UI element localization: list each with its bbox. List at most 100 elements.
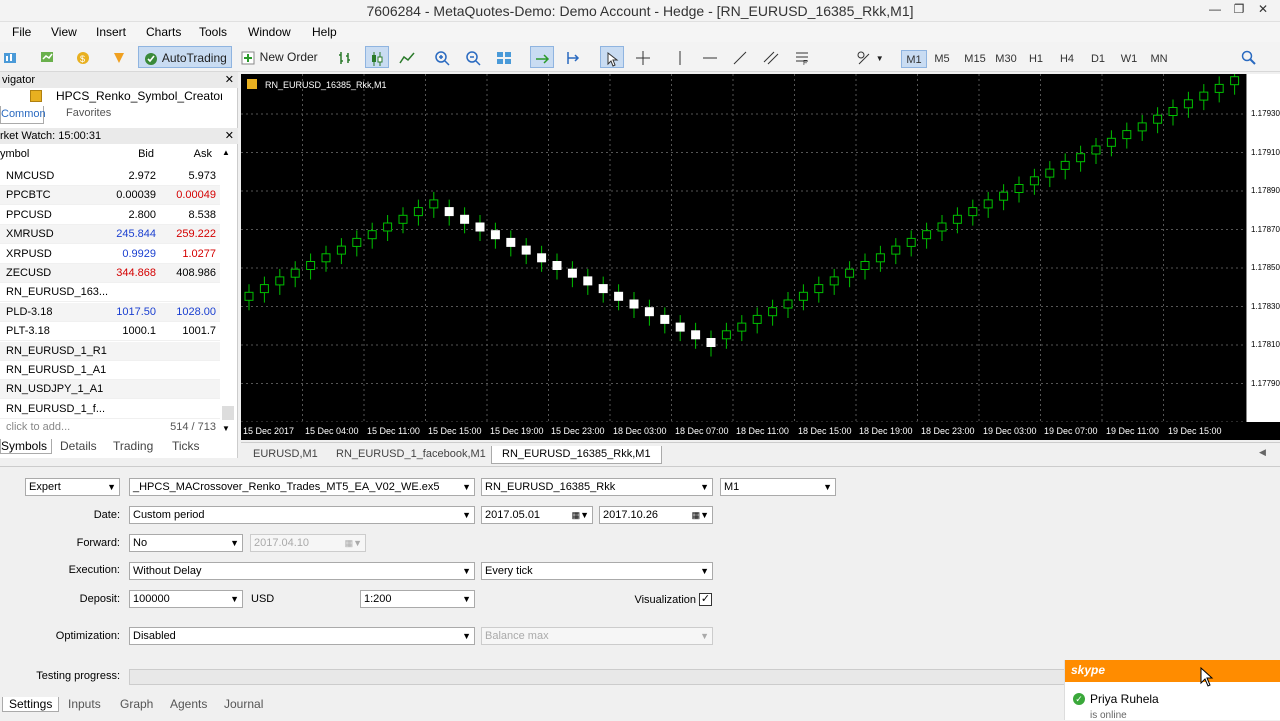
calendar-icon[interactable]: ▦▼ [692, 507, 709, 523]
skype-notification[interactable]: skype ✓ Priya Ruhela is online [1064, 660, 1280, 721]
list-item[interactable]: RN_EURUSD_163... [0, 283, 220, 303]
tab-favorites[interactable]: Favorites [66, 107, 111, 119]
menu-tools[interactable]: Tools [199, 25, 227, 39]
list-item[interactable]: XMRUSD 245.844 259.222 [0, 225, 220, 245]
list-item[interactable]: XRPUSD 0.9929 1.0277 [0, 245, 220, 264]
trendline-icon[interactable] [728, 46, 752, 68]
tester-type-select[interactable]: Expert ▼ [25, 478, 120, 496]
symbol-select[interactable]: RN_EURUSD_16385_Rkk ▼ [481, 478, 713, 496]
close-icon[interactable]: ✕ [225, 72, 234, 88]
tab-trading[interactable]: Trading [113, 439, 153, 453]
channel-icon[interactable] [759, 46, 783, 68]
tab-journal[interactable]: Journal [224, 697, 263, 711]
menu-view[interactable]: View [51, 25, 77, 39]
timeframe-select[interactable]: M1 ▼ [720, 478, 836, 496]
expert-select[interactable]: _HPCS_MACrossover_Renko_Trades_MT5_EA_V0… [129, 478, 475, 496]
search-icon[interactable] [1238, 46, 1260, 68]
menu-charts[interactable]: Charts [146, 25, 181, 39]
fibonacci-icon[interactable]: F [790, 46, 814, 68]
list-item[interactable]: PLD-3.18 1017.50 1028.00 [0, 302, 220, 322]
strategy-icon[interactable] [108, 46, 130, 68]
tab-symbols[interactable]: Symbols [0, 439, 53, 454]
price-chart[interactable] [241, 74, 1246, 422]
profiles-icon[interactable] [30, 46, 64, 68]
tab-inputs[interactable]: Inputs [68, 697, 101, 711]
chart-tab-eurusd[interactable]: EURUSD,M1 [243, 446, 328, 464]
zoom-in-icon[interactable] [430, 46, 454, 68]
timeframe-h4[interactable]: H4 [1054, 50, 1080, 68]
tick-mode-select[interactable]: Every tick ▼ [481, 562, 713, 580]
horizontal-line-icon[interactable] [698, 46, 722, 68]
tabs-scroll-icon[interactable]: ◀ [1259, 447, 1266, 458]
menu-file[interactable]: File [12, 25, 31, 39]
autotrading-button[interactable]: AutoTrading [138, 46, 232, 68]
tab-details[interactable]: Details [60, 439, 97, 453]
execution-select[interactable]: Without Delay ▼ [129, 562, 475, 580]
list-item[interactable]: ZECUSD 344.868 408.986 [0, 264, 220, 283]
tab-graph[interactable]: Graph [120, 697, 153, 711]
deposit-select[interactable]: 100000 ▼ [129, 590, 243, 608]
market-watch-icon[interactable]: $ [72, 46, 94, 68]
visualization-checkbox[interactable]: ✓ [699, 593, 712, 606]
chart-window[interactable]: RN_EURUSD_16385_Rkk,M1 [241, 74, 1280, 440]
column-ask[interactable]: Ask [160, 148, 212, 160]
bar-chart-icon[interactable] [333, 46, 357, 68]
timeframe-mn[interactable]: MN [1146, 50, 1172, 68]
cursor-icon[interactable] [600, 46, 624, 68]
timeframe-m15[interactable]: M15 [960, 50, 990, 68]
scroll-up-icon[interactable]: ▲ [222, 148, 230, 157]
timeframe-d1[interactable]: D1 [1085, 50, 1111, 68]
new-order-button[interactable]: New Order [238, 46, 320, 68]
restore-icon[interactable]: ❐ [1228, 2, 1250, 16]
crosshair-icon[interactable] [631, 46, 655, 68]
list-item[interactable]: RN_USDJPY_1_A1 [0, 380, 220, 400]
calendar-icon[interactable]: ▦▼ [572, 507, 589, 523]
navigator-item[interactable]: HPCS_Renko_Symbol_Creator_M [56, 89, 222, 103]
timeframe-w1[interactable]: W1 [1116, 50, 1142, 68]
date-from-field[interactable]: 2017.05.01 ▦▼ [481, 506, 593, 524]
vertical-line-icon[interactable] [668, 46, 692, 68]
date-mode-select[interactable]: Custom period ▼ [129, 506, 475, 524]
shapes-icon[interactable]: ▼ [852, 46, 888, 68]
timeframe-h1[interactable]: H1 [1023, 50, 1049, 68]
menu-window[interactable]: Window [248, 25, 291, 39]
tile-windows-icon[interactable] [492, 46, 516, 68]
close-icon[interactable]: ✕ [225, 128, 234, 144]
tab-ticks[interactable]: Ticks [172, 439, 200, 453]
leverage-select[interactable]: 1:200 ▼ [360, 590, 475, 608]
list-item[interactable]: RN_EURUSD_1_f... [0, 400, 220, 419]
scrollbar-thumb[interactable] [222, 406, 234, 420]
scroll-down-icon[interactable]: ▼ [222, 424, 230, 433]
tab-common[interactable]: Common [0, 106, 46, 124]
chart-tab-rkk[interactable]: RN_EURUSD_16385_Rkk,M1 [491, 446, 662, 464]
list-item[interactable]: PPCBTC 0.00039 0.00049 [0, 186, 220, 206]
forward-select[interactable]: No ▼ [129, 534, 243, 552]
list-item[interactable]: RN_EURUSD_1_A1 [0, 361, 220, 380]
click-to-add[interactable]: click to add... [6, 421, 70, 433]
tab-agents[interactable]: Agents [170, 697, 207, 711]
timeframe-m30[interactable]: M30 [991, 50, 1021, 68]
optimization-select[interactable]: Disabled ▼ [129, 627, 475, 645]
menu-help[interactable]: Help [312, 25, 337, 39]
minimize-icon[interactable]: — [1204, 2, 1226, 16]
timeframe-m1[interactable]: M1 [901, 50, 927, 68]
list-item[interactable]: PLT-3.18 1000.1 1001.7 [0, 322, 220, 342]
candlestick-icon[interactable] [365, 46, 389, 68]
autoscroll-icon[interactable] [530, 46, 554, 68]
list-item[interactable]: RN_EURUSD_1_R1 [0, 341, 220, 361]
new-chart-icon[interactable] [0, 46, 22, 68]
column-symbol[interactable]: ymbol [0, 148, 29, 160]
renko-brick [983, 199, 993, 209]
chart-tab-facebook[interactable]: RN_EURUSD_1_facebook,M1 [326, 446, 496, 464]
line-chart-icon[interactable] [395, 46, 419, 68]
date-to-field[interactable]: 2017.10.26 ▦▼ [599, 506, 713, 524]
tab-settings[interactable]: Settings [2, 697, 60, 712]
list-item[interactable]: PPCUSD 2.800 8.538 [0, 206, 220, 225]
column-bid[interactable]: Bid [100, 148, 154, 160]
list-item[interactable]: NMCUSD 2.972 5.973 [0, 167, 220, 186]
zoom-out-icon[interactable] [461, 46, 485, 68]
timeframe-m5[interactable]: M5 [929, 50, 955, 68]
close-icon[interactable]: ✕ [1252, 2, 1274, 16]
chart-shift-icon[interactable] [561, 46, 585, 68]
menu-insert[interactable]: Insert [96, 25, 126, 39]
